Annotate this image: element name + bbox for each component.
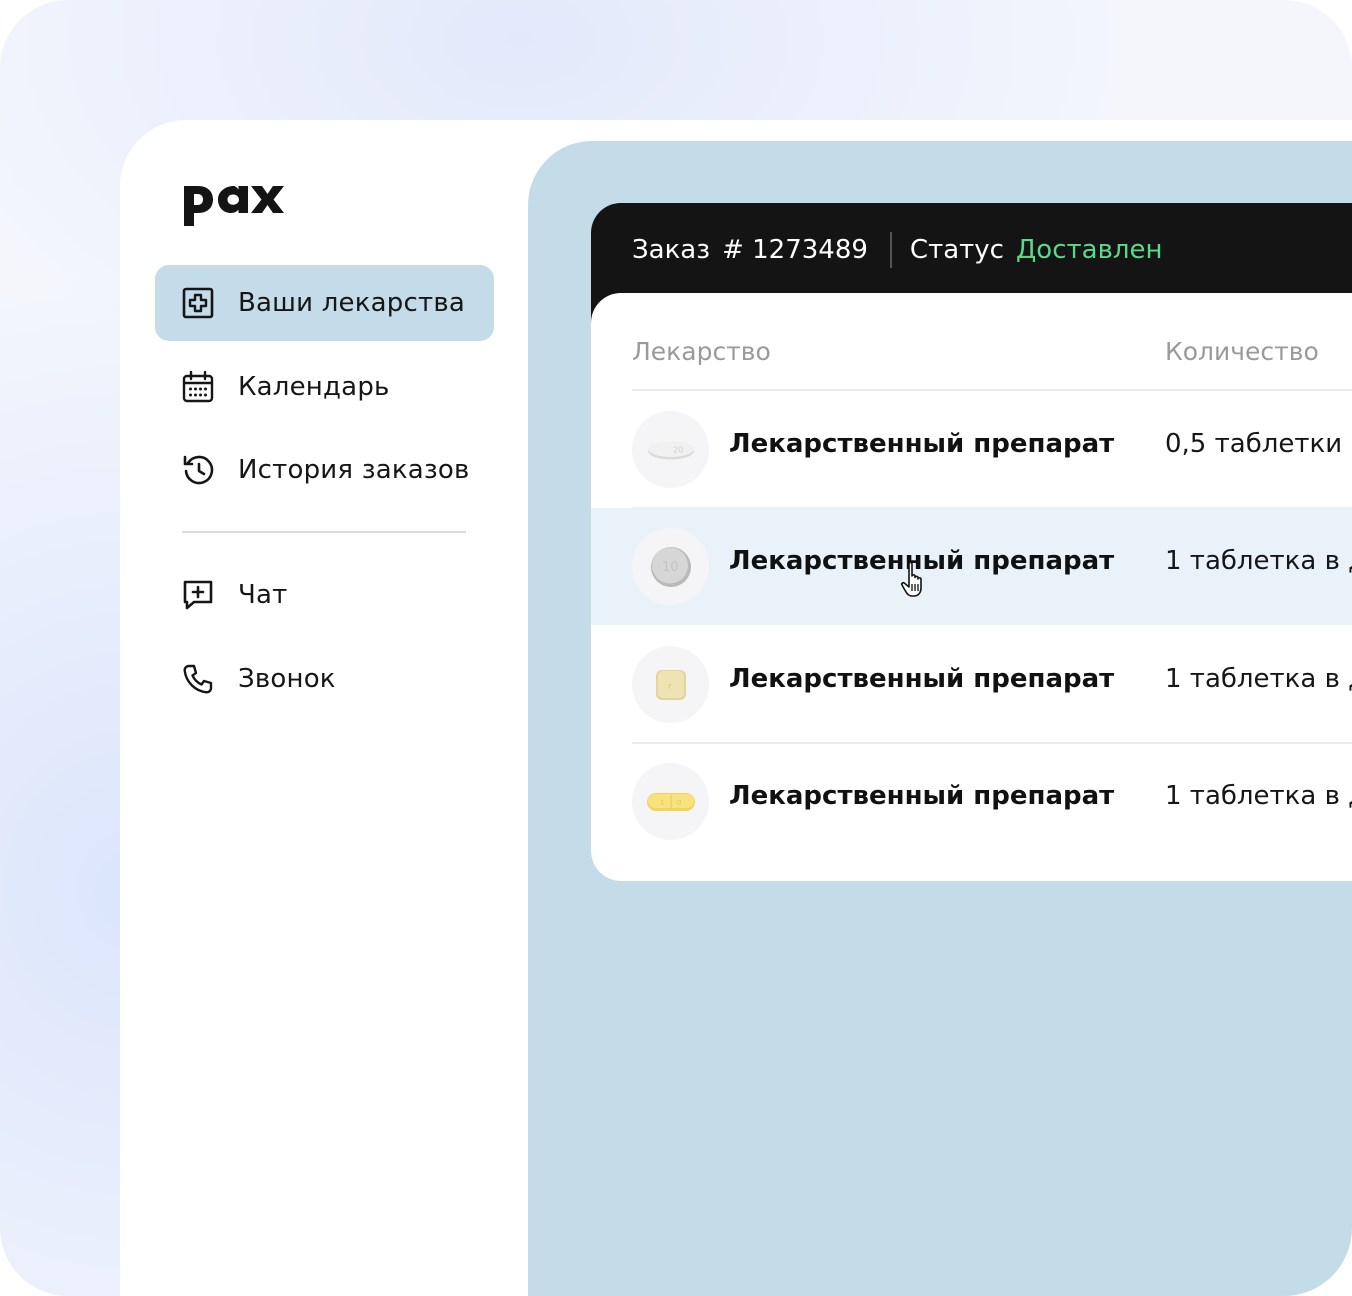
medical-plus-icon	[181, 286, 215, 320]
order-card: Заказ # 1273489 Статус Доставлен Лекарст…	[591, 203, 1352, 881]
app-window: Ваши лекарства Календарь История заказов…	[120, 120, 1352, 1296]
calendar-icon	[181, 370, 215, 404]
order-label: Заказ	[632, 235, 711, 265]
sidebar-item-label: Календарь	[238, 372, 390, 402]
medicine-name: Лекарственный препарат	[729, 664, 1115, 694]
sidebar-item-calendar[interactable]: Календарь	[155, 349, 494, 425]
table-row[interactable]: 10 Лекарственный препарат 1 таблетка в д…	[591, 508, 1352, 625]
medicine-quantity: 0,5 таблетки в	[1165, 429, 1352, 459]
medicine-quantity: 1 таблетка в де	[1165, 546, 1352, 576]
medicine-quantity: 1 таблетка в де	[1165, 781, 1352, 811]
header-separator	[889, 232, 892, 268]
background-frame: Ваши лекарства Календарь История заказов…	[0, 0, 1352, 1296]
column-header-quantity: Количество	[1165, 337, 1319, 366]
history-icon	[181, 453, 215, 487]
table-row[interactable]: r Лекарственный препарат 1 таблетка в де	[591, 626, 1352, 744]
sidebar-item-label: Ваши лекарства	[238, 288, 465, 318]
medicine-name: Лекарственный препарат	[729, 781, 1115, 811]
sidebar-item-call[interactable]: Звонок	[155, 641, 494, 717]
pill-thumbnail: 10	[632, 528, 709, 605]
pill-thumbnail: r	[632, 646, 709, 723]
svg-text:20: 20	[673, 445, 683, 454]
medicine-name: Лекарственный препарат	[729, 429, 1115, 459]
phone-icon	[181, 662, 215, 696]
pax-logo	[184, 186, 284, 226]
sidebar-divider	[182, 531, 466, 533]
yellow-square-pill-icon: r	[655, 669, 686, 700]
chat-add-icon	[181, 578, 215, 612]
svg-text:1: 1	[660, 799, 664, 807]
status-label: Статус	[909, 235, 1004, 265]
svg-text:r: r	[668, 682, 672, 692]
sidebar-item-medicines[interactable]: Ваши лекарства	[155, 265, 494, 341]
pill-thumbnail: 20	[632, 411, 709, 488]
sidebar-item-label: История заказов	[238, 455, 470, 485]
medicine-quantity: 1 таблетка в де	[1165, 664, 1352, 694]
white-oval-pill-icon: 20	[647, 440, 694, 459]
order-number: # 1273489	[722, 235, 868, 265]
status-badge: Доставлен	[1015, 235, 1163, 265]
table-row[interactable]: 1 0 Лекарственный препарат 1 таблетка в …	[591, 743, 1352, 860]
yellow-oblong-pill-icon: 1 0	[646, 792, 695, 811]
table-row[interactable]: 20 Лекарственный препарат 0,5 таблетки в	[591, 391, 1352, 509]
svg-text:10: 10	[662, 560, 679, 575]
pill-thumbnail: 1 0	[632, 763, 709, 840]
sidebar-item-chat[interactable]: Чат	[155, 557, 494, 633]
sidebar-item-label: Чат	[238, 580, 288, 610]
column-header-medicine: Лекарство	[632, 337, 771, 366]
medicine-name: Лекарственный препарат	[729, 546, 1115, 576]
sidebar-item-order-history[interactable]: История заказов	[155, 432, 494, 508]
sidebar-item-label: Звонок	[238, 664, 336, 694]
svg-text:0: 0	[677, 799, 681, 807]
gray-round-pill-icon: 10	[650, 546, 691, 587]
order-table: Лекарство Количество 20 Лекарственный пр…	[591, 293, 1352, 881]
